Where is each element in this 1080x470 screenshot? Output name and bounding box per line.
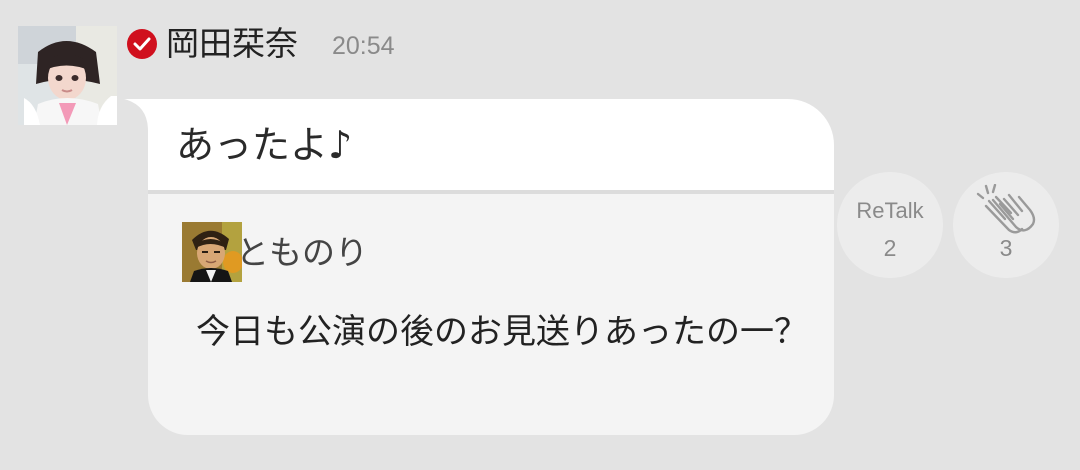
sender-avatar[interactable] [18,26,117,125]
quoted-message[interactable]: とものり 今日も公演の後のお見送りあったの一？ [148,194,834,435]
retalk-label: ReTalk [856,198,924,223]
retalk-button[interactable]: ReTalk 2 [837,172,943,278]
quoted-name[interactable]: とものり [236,230,368,276]
message-timestamp: 20:54 [332,32,395,60]
sender-name[interactable]: 岡田栞奈 [166,21,298,67]
quoted-avatar[interactable] [182,222,242,282]
message-bubble[interactable]: あったよ♪ とものり 今日も公演の後のお見送りあったの一？ [124,99,834,435]
verified-check-icon [127,29,157,59]
retalk-count: 2 [883,235,897,261]
clapping-hands-icon [976,184,1036,234]
message-text-area: あったよ♪ [148,99,834,190]
clap-count: 3 [999,235,1013,261]
quoted-text: 今日も公演の後のお見送りあったの一？ [196,312,808,352]
message-text: あったよ♪ [176,123,353,167]
clap-button[interactable]: 3 [953,172,1059,278]
